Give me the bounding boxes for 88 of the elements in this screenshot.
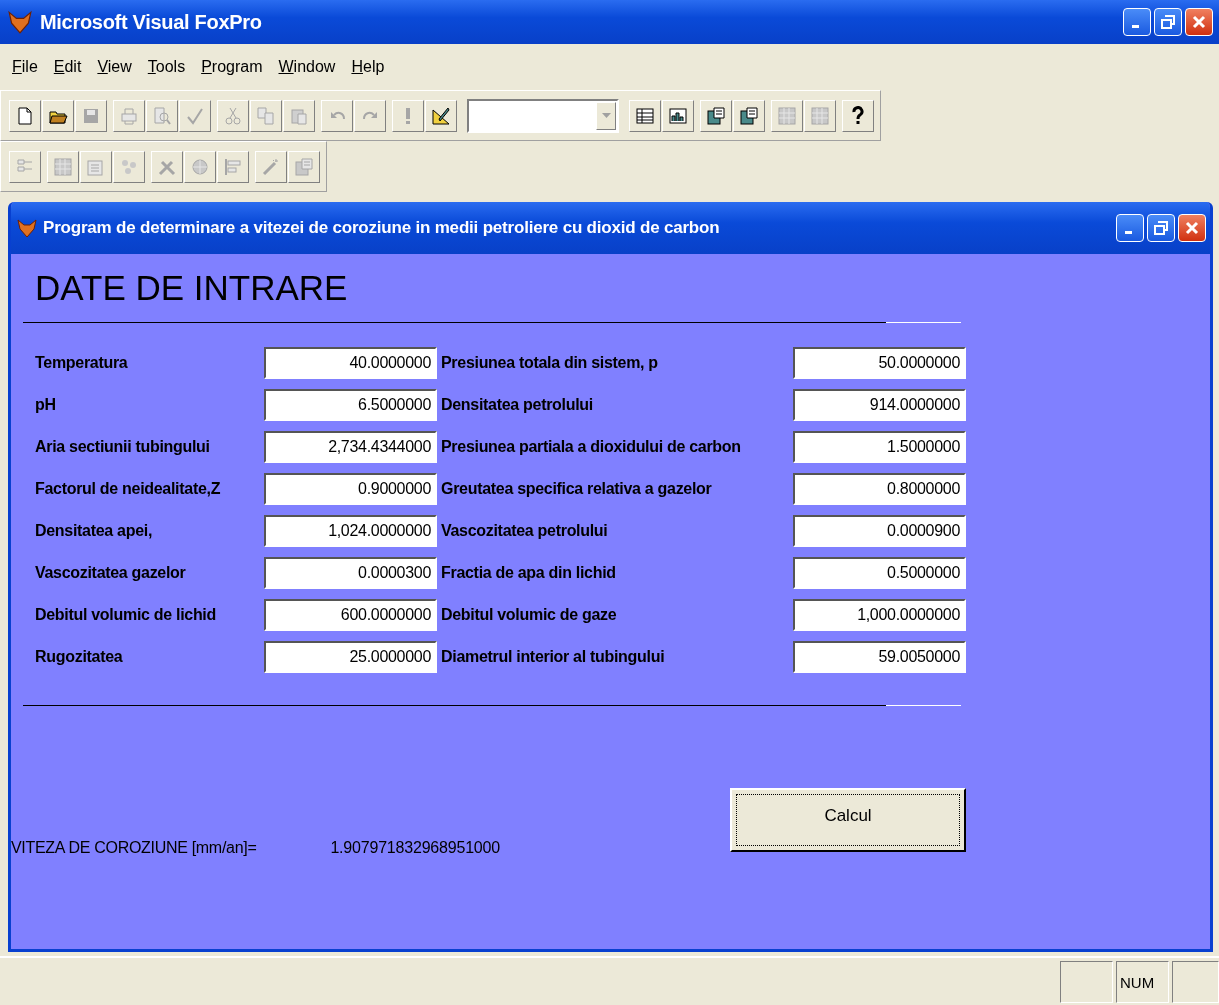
form-icon (294, 156, 314, 177)
input-field[interactable]: 40.0000000 (264, 347, 437, 379)
field-label: Fractia de apa din lichid (440, 564, 617, 582)
status-indicator: NUM (1116, 961, 1169, 1003)
globe-icon (190, 156, 210, 177)
heading: DATE DE INTRARE (35, 268, 349, 308)
toolbar-button[interactable] (629, 99, 661, 132)
result-label: VITEZA DE COROZIUNE [mm/an]= (11, 839, 257, 857)
copy-icon (256, 105, 276, 126)
new-file-icon (15, 105, 35, 126)
field-label: Temperatura (34, 354, 129, 372)
field-label: Debitul volumic de gaze (440, 606, 618, 624)
window-title: Microsoft Visual FoxPro (40, 10, 262, 34)
field-label: Vascozitatea petrolului (440, 522, 609, 540)
exclamation-icon (406, 107, 410, 124)
field-label: Vascozitatea gazelor (34, 564, 187, 582)
field-label: Factorul de neidealitate,Z (34, 480, 222, 498)
result-value: 1.907971832968951000 (330, 839, 500, 857)
status-panel (1060, 961, 1113, 1003)
fox-icon (8, 10, 32, 34)
toolbar-button[interactable] (700, 99, 732, 132)
input-field[interactable]: 50.0000000 (793, 347, 966, 379)
minimize-button[interactable] (1123, 8, 1151, 36)
toolbar-button[interactable] (733, 99, 765, 132)
pencil-ruler-icon (431, 105, 451, 126)
menu-item[interactable]: File (4, 58, 46, 76)
field-label: Densitatea apei, (34, 522, 154, 540)
menu-item[interactable]: Program (193, 58, 271, 76)
input-field[interactable]: 1,024.0000000 (264, 515, 437, 547)
restore-button[interactable] (1154, 8, 1182, 36)
input-field[interactable]: 914.0000000 (793, 389, 966, 421)
align-icon (223, 156, 243, 177)
scissors-icon (223, 105, 243, 126)
minimize-button[interactable] (1116, 214, 1144, 242)
field-label: Densitatea petrolului (440, 396, 594, 414)
restore-button[interactable] (1147, 214, 1175, 242)
field-label: Diametrul interior al tubingului (440, 648, 666, 666)
close-button[interactable] (1178, 214, 1206, 242)
form-icon (739, 105, 759, 126)
field-label: Rugozitatea (34, 648, 124, 666)
printer-icon (119, 105, 139, 126)
grid-icon (53, 156, 73, 177)
window-title: Program de determinare a vitezei de coroziune in medii petroliere cu dioxid de carbon (43, 218, 720, 238)
grid-icon (777, 105, 797, 126)
input-field[interactable]: 6.5000000 (264, 389, 437, 421)
input-field[interactable]: 0.0000300 (264, 557, 437, 589)
toolbar-button[interactable] (42, 99, 74, 132)
field-label: Presiunea totala din sistem, p (440, 354, 659, 372)
menu-item[interactable]: Edit (45, 58, 90, 76)
close-button[interactable] (1185, 8, 1213, 36)
table-icon (635, 105, 655, 126)
input-field[interactable]: 25.0000000 (264, 641, 437, 673)
menu-item[interactable]: Window (270, 58, 344, 76)
restore-icon (1151, 218, 1171, 238)
input-field[interactable]: 2,734.4344000 (264, 431, 437, 463)
wand-icon (261, 156, 281, 177)
dropdown-field[interactable] (467, 98, 619, 133)
input-field[interactable]: 0.0000900 (793, 515, 966, 547)
fox-icon (17, 218, 37, 238)
input-field[interactable]: 0.5000000 (793, 557, 966, 589)
undo-icon (329, 111, 345, 120)
field-label: pH (34, 396, 57, 414)
field-label: Aria sectiunii tubingului (34, 438, 211, 456)
input-field[interactable]: 59.0050000 (793, 641, 966, 673)
preview-icon (152, 105, 172, 126)
input-field[interactable]: 0.8000000 (793, 473, 966, 505)
form-icon (706, 105, 726, 126)
grid-icon (810, 105, 830, 126)
status-panel (1172, 961, 1219, 1003)
menu-item[interactable]: View (89, 58, 140, 76)
chart-icon (668, 105, 688, 126)
toolbar-button[interactable] (842, 99, 874, 132)
calcul-button[interactable]: Calcul (730, 788, 966, 852)
minimize-icon (1131, 24, 1139, 28)
toolbar-button[interactable] (425, 99, 457, 132)
menu-item[interactable]: Help (343, 58, 393, 76)
input-field[interactable]: 0.9000000 (264, 473, 437, 505)
input-field[interactable]: 1,000.0000000 (793, 599, 966, 631)
menu-item[interactable]: Tools (139, 58, 194, 76)
input-field[interactable]: 600.0000000 (264, 599, 437, 631)
field-label: Presiunea partiala a dioxidului de carbon (440, 438, 742, 456)
field-label: Debitul volumic de lichid (34, 606, 217, 624)
input-field[interactable]: 1.5000000 (793, 431, 966, 463)
restore-icon (1158, 12, 1178, 32)
field-label: Greutatea specifica relativa a gazelor (440, 480, 713, 498)
toolbar-button[interactable] (662, 99, 694, 132)
minimize-icon (1124, 230, 1132, 234)
redo-icon (362, 111, 378, 120)
